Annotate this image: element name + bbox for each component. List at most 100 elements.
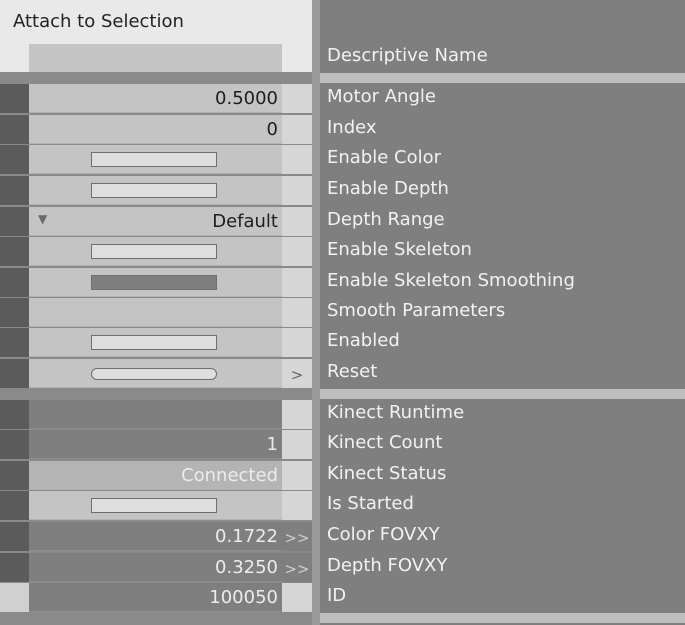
param-label-smooth-parameters: Smooth Parameters — [327, 300, 506, 321]
enable-depth-toggle[interactable] — [91, 183, 217, 198]
param-row-index: 0 Index — [0, 115, 685, 145]
row-handle[interactable] — [0, 145, 29, 174]
kinect-count-field: 1 — [29, 430, 282, 459]
attach-header: Attach to Selection — [0, 0, 312, 72]
param-row-enable-color: Enable Color — [0, 145, 685, 175]
kinect-status-value: Connected — [181, 465, 278, 486]
trigger-cell[interactable] — [282, 583, 312, 612]
id-value: 100050 — [209, 587, 278, 608]
smooth-parameters-field[interactable] — [29, 298, 282, 327]
trigger-cell[interactable] — [282, 207, 312, 236]
trigger-cell[interactable] — [282, 237, 312, 266]
kinect-status-field: Connected — [29, 461, 282, 490]
depth-fovxy-field: 0.3250 — [29, 553, 282, 582]
param-label-enable-skeleton: Enable Skeleton — [327, 239, 472, 260]
enable-skeleton-toggle[interactable] — [91, 244, 217, 259]
double-arrow-icon: >> — [284, 560, 310, 578]
motor-angle-value: 0.5000 — [215, 88, 278, 109]
output-label-kinect-count: Kinect Count — [327, 432, 443, 453]
param-row-enable-depth: Enable Depth — [0, 176, 685, 206]
trigger-cell[interactable] — [282, 145, 312, 174]
param-row-depth-range: ▼ Default Depth Range — [0, 207, 685, 237]
output-row-color-fovxy: 0.1722 >> Color FOVXY — [0, 522, 685, 552]
reset-cell — [29, 359, 282, 388]
trigger-cell[interactable] — [282, 400, 312, 429]
depth-fovxy-trigger[interactable]: >> — [282, 553, 312, 582]
row-handle[interactable] — [0, 491, 29, 520]
separator-top — [320, 73, 685, 83]
row-handle[interactable] — [0, 237, 29, 266]
trigger-cell[interactable] — [282, 84, 312, 113]
index-value: 0 — [266, 119, 278, 140]
motor-angle-field[interactable]: 0.5000 — [29, 84, 282, 113]
is-started-toggle — [91, 498, 217, 513]
kinect-runtime-field — [29, 400, 282, 429]
double-arrow-icon: >> — [284, 529, 310, 547]
param-label-index: Index — [327, 117, 377, 138]
trigger-cell[interactable] — [282, 328, 312, 357]
enable-skeleton-cell — [29, 237, 282, 266]
row-handle[interactable] — [0, 553, 29, 582]
output-row-depth-fovxy: 0.3250 >> Depth FOVXY — [0, 553, 685, 583]
trigger-cell[interactable] — [282, 491, 312, 520]
row-handle[interactable] — [0, 522, 29, 551]
output-label-depth-fovxy: Depth FOVXY — [327, 555, 448, 576]
enable-skeleton-smoothing-cell — [29, 268, 282, 297]
id-field: 100050 — [29, 583, 282, 612]
trigger-arrow-icon: > — [290, 366, 304, 384]
param-label-enable-depth: Enable Depth — [327, 178, 449, 199]
color-fovxy-value: 0.1722 — [215, 526, 278, 547]
output-label-id: ID — [327, 585, 347, 606]
index-field[interactable]: 0 — [29, 115, 282, 144]
enabled-cell — [29, 328, 282, 357]
output-row-kinect-status: Connected Kinect Status — [0, 461, 685, 491]
output-label-color-fovxy: Color FOVXY — [327, 524, 440, 545]
reset-trigger[interactable]: > — [282, 359, 312, 388]
trigger-cell[interactable] — [282, 176, 312, 205]
row-handle[interactable] — [0, 176, 29, 205]
enable-depth-cell — [29, 176, 282, 205]
enable-color-cell — [29, 145, 282, 174]
row-handle[interactable] — [0, 84, 29, 113]
param-row-enabled: Enabled — [0, 328, 685, 358]
param-row-enable-skeleton: Enable Skeleton — [0, 237, 685, 267]
separator-bottom — [320, 613, 685, 623]
enable-color-toggle[interactable] — [91, 152, 217, 167]
attach-to-selection-title: Attach to Selection — [13, 11, 184, 32]
depth-range-value: Default — [212, 211, 278, 232]
param-label-enable-skeleton-smoothing: Enable Skeleton Smoothing — [327, 270, 575, 291]
trigger-cell[interactable] — [282, 461, 312, 490]
dropdown-triangle-icon[interactable]: ▼ — [38, 212, 47, 226]
output-row-kinect-runtime: Kinect Runtime — [0, 400, 685, 430]
row-handle[interactable] — [0, 461, 29, 490]
row-handle[interactable] — [0, 400, 29, 429]
color-fovxy-trigger[interactable]: >> — [282, 522, 312, 551]
kinect-count-value: 1 — [266, 434, 278, 455]
row-handle[interactable] — [0, 328, 29, 357]
trigger-cell[interactable] — [282, 268, 312, 297]
row-handle[interactable] — [0, 207, 29, 236]
output-label-kinect-status: Kinect Status — [327, 463, 447, 484]
row-handle[interactable] — [0, 115, 29, 144]
row-handle[interactable] — [0, 298, 29, 327]
row-handle[interactable] — [0, 268, 29, 297]
reset-button[interactable] — [91, 368, 217, 380]
param-label-enabled: Enabled — [327, 330, 400, 351]
param-label-depth-range: Depth Range — [327, 209, 445, 230]
param-label-enable-color: Enable Color — [327, 147, 442, 168]
row-handle[interactable] — [0, 430, 29, 459]
row-handle[interactable] — [0, 359, 29, 388]
depth-range-select[interactable]: ▼ Default — [29, 207, 282, 236]
enabled-toggle[interactable] — [91, 335, 217, 350]
trigger-cell[interactable] — [282, 115, 312, 144]
param-label-reset: Reset — [327, 361, 378, 382]
enable-skeleton-smoothing-toggle[interactable] — [91, 275, 217, 290]
separator-outputs — [320, 389, 685, 399]
descriptive-name-header: Descriptive Name — [327, 45, 488, 66]
param-row-enable-skeleton-smoothing: Enable Skeleton Smoothing — [0, 268, 685, 298]
param-row-motor-angle: 0.5000 Motor Angle — [0, 84, 685, 114]
trigger-cell[interactable] — [282, 298, 312, 327]
color-fovxy-field: 0.1722 — [29, 522, 282, 551]
row-handle[interactable] — [0, 583, 29, 612]
trigger-cell[interactable] — [282, 430, 312, 459]
